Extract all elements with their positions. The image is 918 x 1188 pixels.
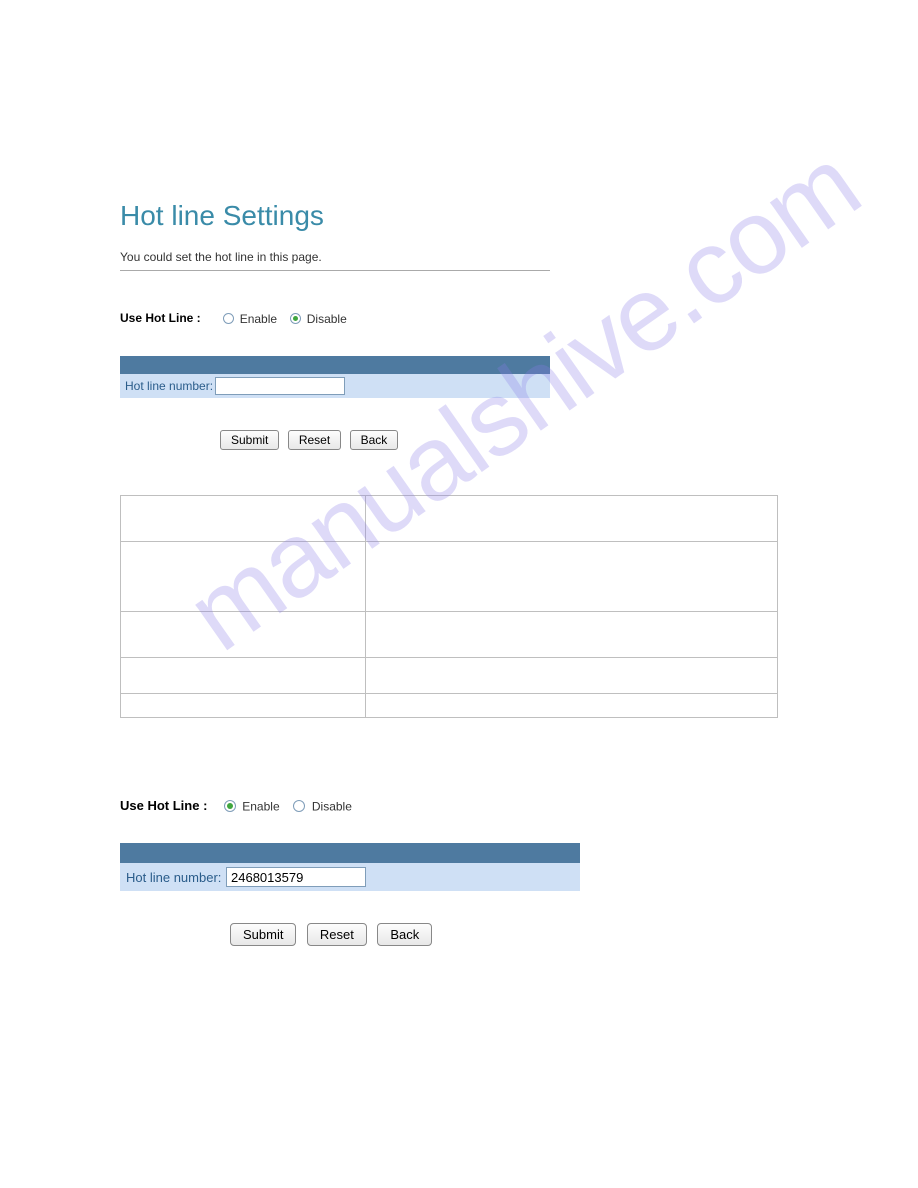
use-hot-line-row: Use Hot Line : Enable Disable (120, 311, 798, 326)
use-hot-line-row-2: Use Hot Line : Enable Disable (120, 798, 798, 814)
hot-line-number-input[interactable] (215, 377, 345, 395)
disable-radio-icon-2 (293, 800, 305, 812)
hot-line-number-label-2: Hot line number: (126, 870, 226, 885)
hot-line-number-label: Hot line number: (125, 379, 215, 393)
hot-line-number-row: Hot line number: (120, 374, 550, 398)
enable-radio-item[interactable]: Enable (223, 311, 277, 326)
page-description: You could set the hot line in this page. (120, 250, 798, 264)
back-button-2[interactable]: Back (377, 923, 432, 946)
enable-radio-icon (223, 313, 234, 324)
hot-line-number-row-2: Hot line number: (120, 863, 580, 891)
submit-button-2[interactable]: Submit (230, 923, 296, 946)
enable-radio-label-2: Enable (242, 799, 279, 813)
disable-radio-label-2: Disable (312, 799, 352, 813)
enable-radio-label: Enable (240, 312, 277, 326)
hot-line-radio-group-2: Enable Disable (224, 798, 362, 814)
page-title: Hot line Settings (120, 200, 798, 232)
table-header-bar (120, 356, 550, 374)
enable-radio-icon-2 (224, 800, 236, 812)
button-row-2: Submit Reset Back (230, 923, 798, 946)
empty-grid-table (120, 495, 778, 718)
disable-radio-item[interactable]: Disable (290, 311, 346, 326)
hot-line-radio-group: Enable Disable (223, 311, 356, 326)
hot-line-table: Hot line number: (120, 356, 550, 398)
reset-button-2[interactable]: Reset (307, 923, 367, 946)
section-two: Use Hot Line : Enable Disable Hot line n… (120, 798, 798, 947)
reset-button[interactable]: Reset (288, 430, 341, 450)
disable-radio-item-2[interactable]: Disable (293, 798, 352, 814)
divider (120, 270, 550, 271)
page-container: Hot line Settings You could set the hot … (0, 0, 918, 946)
back-button[interactable]: Back (350, 430, 399, 450)
table-header-bar-2 (120, 843, 580, 863)
disable-radio-label: Disable (307, 312, 347, 326)
submit-button[interactable]: Submit (220, 430, 279, 450)
hot-line-number-input-2[interactable] (226, 867, 366, 887)
hot-line-table-2: Hot line number: (120, 843, 580, 891)
enable-radio-item-2[interactable]: Enable (224, 798, 280, 814)
use-hot-line-label-2: Use Hot Line : (120, 798, 220, 813)
disable-radio-icon (290, 313, 301, 324)
use-hot-line-label: Use Hot Line : (120, 311, 220, 325)
button-row: Submit Reset Back (220, 430, 798, 450)
